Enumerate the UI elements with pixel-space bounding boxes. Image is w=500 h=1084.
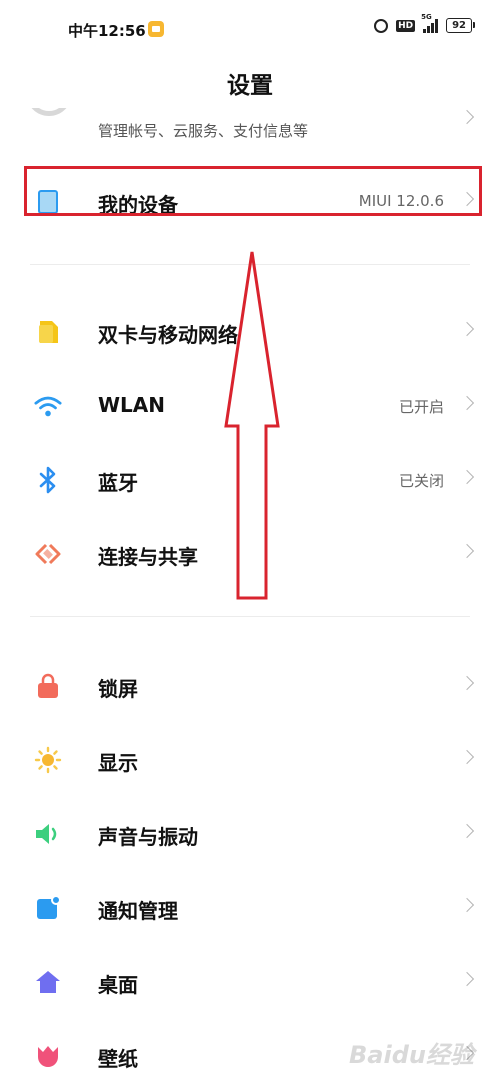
chevron-right-icon bbox=[459, 749, 475, 765]
alarm-icon bbox=[374, 18, 389, 33]
settings-item-label: 双卡与移动网络 bbox=[98, 323, 238, 347]
settings-item-label: WLAN bbox=[98, 393, 166, 417]
home-icon bbox=[34, 968, 62, 996]
chevron-right-icon bbox=[459, 823, 475, 839]
account-row[interactable]: 管理帐号、云服务、支付信息等 bbox=[0, 108, 500, 148]
settings-item-label: 显示 bbox=[98, 751, 138, 775]
settings-item-value: 已开启 bbox=[398, 398, 444, 416]
chevron-right-icon bbox=[459, 321, 475, 337]
network-type-label: 5G bbox=[421, 12, 432, 21]
chevron-right-icon bbox=[459, 897, 475, 913]
hd-voice-icon: HD bbox=[396, 19, 416, 32]
settings-item-sound-vibration[interactable]: 声音与振动 bbox=[0, 805, 500, 861]
section-divider bbox=[30, 616, 470, 617]
chevron-right-icon bbox=[459, 543, 475, 559]
settings-item-label: 壁纸 bbox=[98, 1047, 138, 1071]
bluetooth-icon bbox=[34, 466, 62, 494]
chevron-right-icon bbox=[459, 675, 475, 691]
status-icons: HD 5G 92 bbox=[374, 13, 475, 33]
chevron-right-icon bbox=[459, 971, 475, 987]
status-time: 中午12:56 bbox=[68, 22, 146, 40]
lock-icon bbox=[34, 672, 62, 700]
speaker-icon bbox=[34, 820, 62, 848]
settings-item-label: 锁屏 bbox=[98, 677, 138, 701]
wifi-icon bbox=[34, 392, 62, 420]
cell-signal-icon: 5G bbox=[421, 13, 439, 33]
settings-item-label: 桌面 bbox=[98, 973, 138, 997]
highlight-annotation bbox=[24, 166, 482, 216]
share-icon bbox=[34, 540, 62, 568]
chevron-right-icon bbox=[459, 109, 475, 125]
sim-card-icon bbox=[34, 318, 62, 346]
chevron-right-icon bbox=[459, 469, 475, 485]
tulip-icon bbox=[34, 1042, 62, 1070]
battery-icon: 92 bbox=[446, 18, 475, 33]
settings-item-label: 声音与振动 bbox=[98, 825, 198, 849]
settings-item-home-screen[interactable]: 桌面 bbox=[0, 953, 500, 1009]
sun-icon bbox=[34, 746, 62, 774]
settings-item-lock-screen[interactable]: 锁屏 bbox=[0, 657, 500, 713]
notification-icon bbox=[34, 894, 62, 922]
settings-item-display[interactable]: 显示 bbox=[0, 731, 500, 787]
account-subtitle: 管理帐号、云服务、支付信息等 bbox=[98, 122, 309, 140]
avatar bbox=[26, 108, 72, 116]
chevron-right-icon bbox=[459, 395, 475, 411]
settings-item-label: 通知管理 bbox=[98, 899, 178, 923]
status-bar: 中午12:56 HD 5G 92 bbox=[0, 0, 500, 60]
settings-item-label: 连接与共享 bbox=[98, 545, 198, 569]
watermark: Baidu经验 bbox=[349, 1041, 474, 1069]
notification-app-icon bbox=[148, 21, 164, 37]
settings-item-notifications[interactable]: 通知管理 bbox=[0, 879, 500, 935]
page-title: 设置 bbox=[227, 73, 273, 99]
settings-item-value: 已关闭 bbox=[398, 472, 444, 490]
settings-item-label: 蓝牙 bbox=[98, 471, 138, 495]
arrow-up-annotation bbox=[224, 251, 280, 600]
